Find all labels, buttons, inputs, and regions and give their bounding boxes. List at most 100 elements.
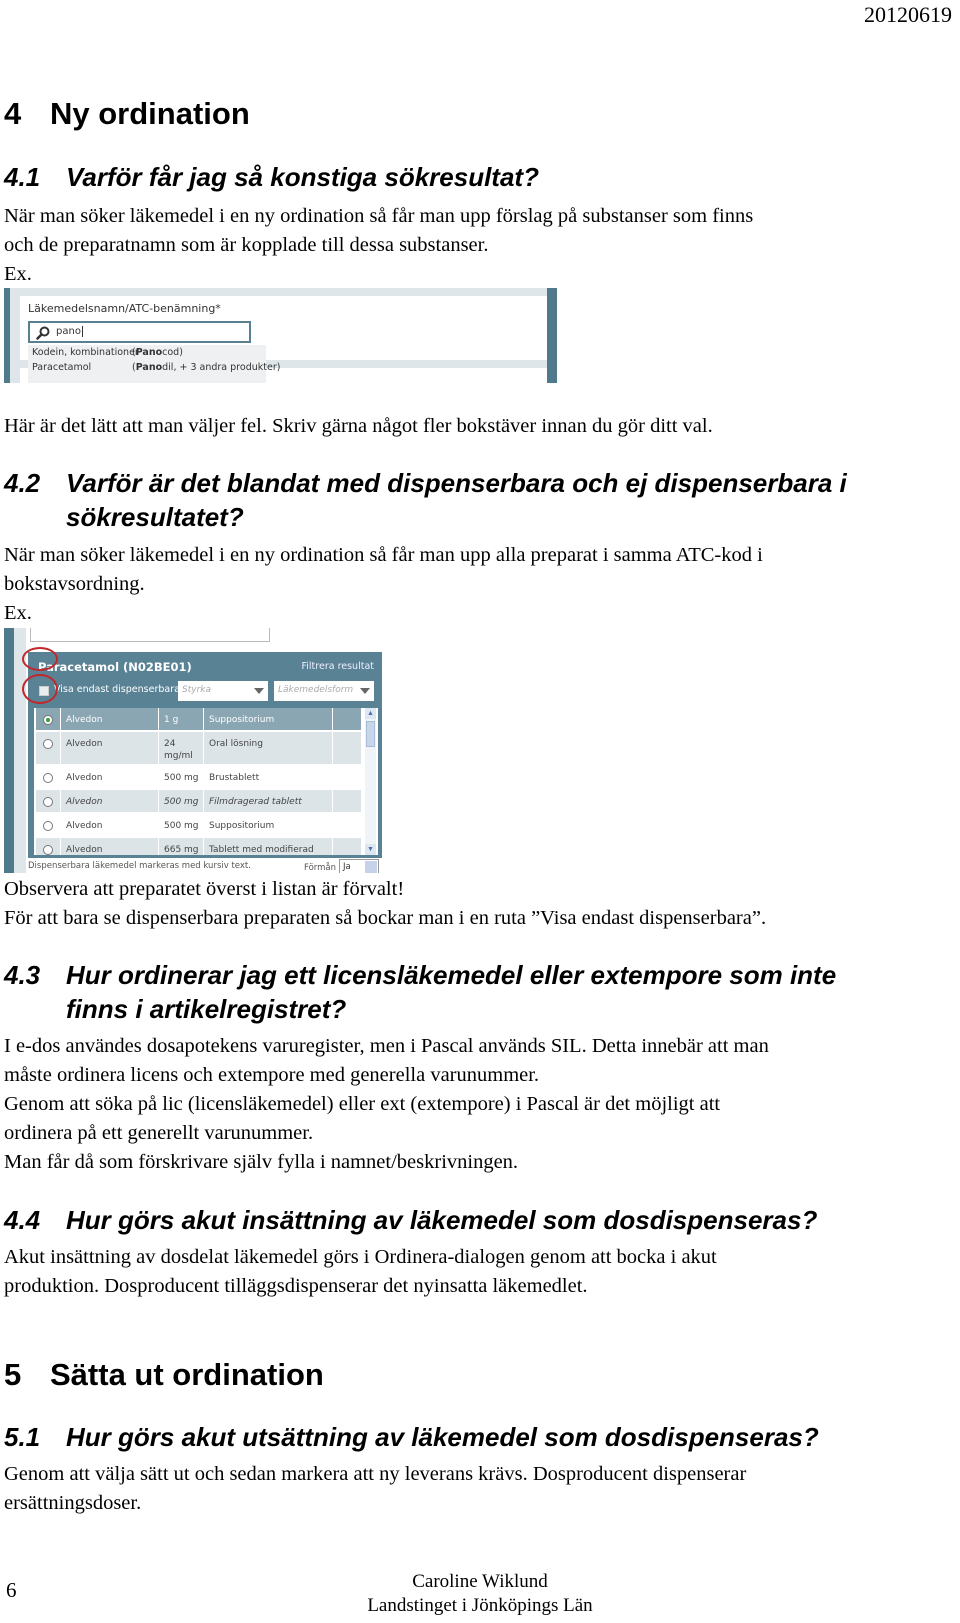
text-line: När man söker läkemedel i en ny ordinati… — [4, 544, 763, 566]
heading-section-4-3: 4.3 Hur ordinerar jag ett licensläkemede… — [4, 958, 960, 1026]
result-row[interactable]: Alvedon 24 mg/ml Oral lösning — [36, 732, 361, 764]
suggestion-item[interactable]: Paracetamol (Panodil, + 3 andra produkter… — [32, 362, 280, 378]
result-strength: 500 mg — [164, 821, 199, 831]
result-form: Suppositorium — [204, 708, 332, 730]
result-name: Alvedon — [61, 838, 158, 855]
paragraph-4-4: Akut insättning av dosdelat läkemedel gö… — [4, 1243, 717, 1301]
strength-select[interactable]: Styrka — [178, 681, 268, 701]
result-name: Alvedon — [66, 773, 103, 783]
text-line: och de preparatnamn som är kopplade till… — [4, 234, 489, 256]
heading-text: Ny ordination — [50, 96, 250, 131]
heading-section-5-1: 5.1 Hur görs akut utsättning av läkemede… — [4, 1420, 960, 1454]
heading-section-5: 5 Sätta ut ordination — [4, 1357, 324, 1393]
text-line: Genom att söka på lic (licensläkemedel) … — [4, 1093, 721, 1115]
suggestion-item[interactable]: Kodein, kombinationer(Panocod) — [32, 347, 183, 363]
radio-selected[interactable] — [43, 715, 53, 725]
text-line: Ex. — [4, 263, 32, 285]
drug-search-input[interactable]: pano — [28, 321, 251, 343]
result-form: Tablett med modifierad — [204, 838, 332, 855]
heading-text: Hur görs akut insättning av läkemedel so… — [66, 1205, 818, 1235]
result-strength: 24 mg/ml — [159, 732, 203, 764]
heading-text-line: sökresultatet? — [66, 502, 244, 532]
chevron-down-icon — [254, 688, 264, 694]
heading-number: 4.1 — [4, 162, 41, 192]
benefit-label: Förmån — [304, 863, 337, 873]
heading-text-line: Varför är det blandat med dispenserbara … — [66, 468, 847, 498]
heading-number: 4.4 — [4, 1205, 41, 1235]
footer-organization: Landstinget i Jönköpings Län — [367, 1595, 593, 1616]
filter-results-label: Filtrera resultat — [301, 661, 375, 672]
radio-button[interactable] — [43, 773, 53, 783]
paragraph-4-3: I e-dos användes dosapotekens varuregist… — [4, 1032, 769, 1177]
heading-text-line: finns i artikelregistret? — [66, 994, 347, 1024]
heading-text-line: Hur ordinerar jag ett licensläkemedel el… — [66, 960, 837, 990]
text-line: produktion. Dosproducent tilläggsdispens… — [4, 1275, 588, 1297]
heading-number: 5.1 — [4, 1422, 41, 1452]
radio-button[interactable] — [43, 739, 53, 749]
result-name: Alvedon — [61, 790, 158, 812]
dispensable-caption: Dispenserbara läkemedel markeras med kur… — [28, 861, 251, 871]
chevron-down-icon — [365, 861, 377, 873]
text-line: Observera att preparatet överst i listan… — [4, 878, 405, 900]
scroll-up-icon[interactable]: ▲ — [365, 708, 376, 719]
text-line: ersättningsdoser. — [4, 1492, 142, 1514]
radio-button[interactable] — [43, 845, 53, 855]
paragraph-4-2-note: Observera att preparatet överst i listan… — [4, 875, 766, 933]
results-panel: Paracetamol (N02BE01) Filtrera resultat … — [28, 652, 382, 858]
result-strength: 500 mg — [159, 790, 203, 812]
results-list: Alvedon 1 g Suppositorium Alvedon 24 mg/… — [34, 708, 378, 855]
heading-section-4-4: 4.4 Hur görs akut insättning av läkemede… — [4, 1203, 960, 1237]
scroll-thumb[interactable] — [366, 721, 375, 747]
field-label: Läkemedelsnamn/ATC-benämning* — [28, 302, 221, 315]
magnifier-icon — [36, 326, 50, 340]
result-row-dispensable[interactable]: Alvedon 500 mg Filmdragerad tablett — [36, 790, 361, 812]
highlight-circle-checkbox — [22, 647, 58, 671]
result-form: Filmdragerad tablett — [204, 790, 332, 812]
result-strength: 665 mg — [159, 838, 203, 855]
scroll-down-icon[interactable]: ▼ — [365, 844, 376, 855]
text-line: I e-dos användes dosapotekens varuregist… — [4, 1035, 769, 1057]
radio-button[interactable] — [43, 797, 53, 807]
result-form: Suppositorium — [209, 821, 275, 831]
paragraph-4-1-note: Här är det lätt att man väljer fel. Skri… — [4, 415, 713, 437]
text-line: ordinera på ett generellt varunummer. — [4, 1122, 314, 1144]
only-dispensable-label: Visa endast dispenserbara — [54, 684, 180, 695]
highlight-circle-selected-radio — [22, 674, 58, 704]
heading-number: 4.2 — [4, 468, 41, 498]
result-name: Alvedon — [61, 708, 158, 730]
heading-text: Sätta ut ordination — [50, 1357, 324, 1392]
suggestion-product: (Panodil, + 3 andra produkter) — [132, 362, 281, 373]
heading-number: 4.3 — [4, 960, 41, 990]
result-name: Alvedon — [61, 732, 158, 764]
result-row[interactable]: Alvedon 500 mg Suppositorium — [36, 814, 361, 836]
paragraph-4-2: När man söker läkemedel i en ny ordinati… — [4, 541, 763, 628]
radio-button[interactable] — [43, 821, 53, 831]
side-bar — [4, 628, 14, 873]
heading-section-4-1: 4.1 Varför får jag så konstiga sökresult… — [4, 160, 954, 194]
search-value: pano — [56, 326, 81, 337]
text-line: Akut insättning av dosdelat läkemedel gö… — [4, 1246, 717, 1268]
result-row[interactable]: Alvedon 665 mg Tablett med modifierad — [36, 838, 361, 855]
input-field-edge — [30, 628, 270, 642]
result-strength: 500 mg — [164, 773, 199, 783]
heading-section-4: 4 Ny ordination — [4, 96, 250, 132]
benefit-select[interactable]: Ja — [339, 859, 379, 873]
result-row[interactable]: Alvedon 1 g Suppositorium — [36, 708, 361, 730]
screenshot-search-results: Paracetamol (N02BE01) Filtrera resultat … — [4, 628, 384, 873]
chevron-down-icon — [360, 688, 370, 694]
results-title: Paracetamol (N02BE01) — [38, 660, 192, 674]
text-line: Man får då som förskrivare själv fylla i… — [4, 1151, 519, 1173]
form-select[interactable]: Läkemedelsform — [274, 681, 374, 701]
text-line: När man söker läkemedel i en ny ordinati… — [4, 205, 754, 227]
suggestion-product: (Panocod) — [132, 347, 183, 358]
heading-number: 5 — [4, 1357, 22, 1392]
text-line: måste ordinera licens och extempore med … — [4, 1064, 540, 1086]
results-scrollbar[interactable]: ▲ ▼ — [365, 708, 376, 855]
document-date: 20120619 — [864, 2, 952, 27]
text-line: För att bara se dispenserbara preparaten… — [4, 907, 767, 929]
text-line: Ex. — [4, 602, 32, 624]
benefit-value: Ja — [343, 862, 351, 872]
result-row[interactable]: Alvedon 500 mg Brustablett — [36, 766, 361, 788]
text-line: Genom att välja sätt ut och sedan marker… — [4, 1463, 747, 1485]
paragraph-4-1: När man söker läkemedel i en ny ordinati… — [4, 202, 753, 289]
